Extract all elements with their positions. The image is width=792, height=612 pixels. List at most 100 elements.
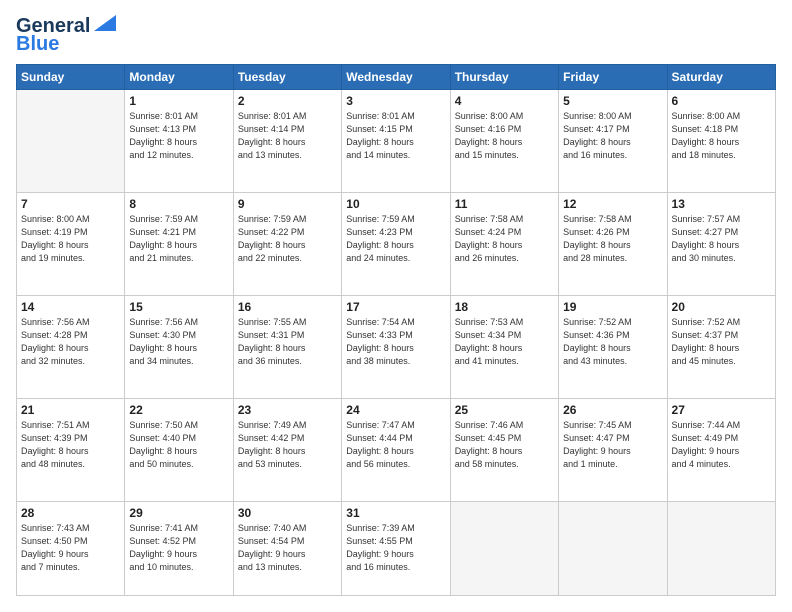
day-number: 24 [346,403,445,417]
day-info: Sunrise: 7:58 AM Sunset: 4:24 PM Dayligh… [455,213,554,265]
day-info: Sunrise: 7:55 AM Sunset: 4:31 PM Dayligh… [238,316,337,368]
calendar-cell: 28 Sunrise: 7:43 AM Sunset: 4:50 PM Dayli… [17,502,125,596]
calendar-cell: 15Sunrise: 7:56 AM Sunset: 4:30 PM Dayli… [125,296,233,399]
calendar-cell: 13Sunrise: 7:57 AM Sunset: 4:27 PM Dayli… [667,193,775,296]
day-number: 27 [672,403,771,417]
day-number: 7 [21,197,120,211]
calendar-table: SundayMondayTuesdayWednesdayThursdayFrid… [16,64,776,596]
day-number: 10 [346,197,445,211]
weekday-header-monday: Monday [125,65,233,90]
day-info: Sunrise: 8:00 AM Sunset: 4:17 PM Dayligh… [563,110,662,162]
day-number: 9 [238,197,337,211]
calendar-row-4: 28 Sunrise: 7:43 AM Sunset: 4:50 PM Dayli… [17,502,776,596]
calendar-cell: 6 Sunrise: 8:00 AM Sunset: 4:18 PM Daylig… [667,90,775,193]
calendar-cell: 29 Sunrise: 7:41 AM Sunset: 4:52 PM Dayli… [125,502,233,596]
day-number: 16 [238,300,337,314]
day-info: Sunrise: 7:41 AM Sunset: 4:52 PM Dayligh… [129,522,228,574]
calendar-cell: 20Sunrise: 7:52 AM Sunset: 4:37 PM Dayli… [667,296,775,399]
day-info: Sunrise: 7:46 AM Sunset: 4:45 PM Dayligh… [455,419,554,471]
calendar-header-row: SundayMondayTuesdayWednesdayThursdayFrid… [17,65,776,90]
day-number: 8 [129,197,228,211]
calendar-cell: 3 Sunrise: 8:01 AM Sunset: 4:15 PM Daylig… [342,90,450,193]
day-info: Sunrise: 7:50 AM Sunset: 4:40 PM Dayligh… [129,419,228,471]
day-number: 26 [563,403,662,417]
calendar-cell: 31 Sunrise: 7:39 AM Sunset: 4:55 PM Dayli… [342,502,450,596]
day-number: 31 [346,506,445,520]
day-number: 6 [672,94,771,108]
calendar-cell: 16 Sunrise: 7:55 AM Sunset: 4:31 PM Dayli… [233,296,341,399]
weekday-header-saturday: Saturday [667,65,775,90]
weekday-header-friday: Friday [559,65,667,90]
day-number: 23 [238,403,337,417]
day-info: Sunrise: 8:01 AM Sunset: 4:13 PM Dayligh… [129,110,228,162]
calendar-cell [559,502,667,596]
day-number: 18 [455,300,554,314]
day-info: Sunrise: 8:00 AM Sunset: 4:19 PM Dayligh… [21,213,120,265]
page: General Blue SundayMondayTuesdayWednesda… [0,0,792,612]
day-info: Sunrise: 7:57 AM Sunset: 4:27 PM Dayligh… [672,213,771,265]
logo: General Blue [16,16,116,54]
day-info: Sunrise: 7:53 AM Sunset: 4:34 PM Dayligh… [455,316,554,368]
day-info: Sunrise: 7:47 AM Sunset: 4:44 PM Dayligh… [346,419,445,471]
day-info: Sunrise: 8:00 AM Sunset: 4:18 PM Dayligh… [672,110,771,162]
day-number: 1 [129,94,228,108]
day-info: Sunrise: 8:01 AM Sunset: 4:14 PM Dayligh… [238,110,337,162]
calendar-cell: 10 Sunrise: 7:59 AM Sunset: 4:23 PM Dayli… [342,193,450,296]
day-number: 12 [563,197,662,211]
day-number: 5 [563,94,662,108]
calendar-cell: 21Sunrise: 7:51 AM Sunset: 4:39 PM Dayli… [17,399,125,502]
day-info: Sunrise: 7:39 AM Sunset: 4:55 PM Dayligh… [346,522,445,574]
day-number: 25 [455,403,554,417]
calendar-cell: 17 Sunrise: 7:54 AM Sunset: 4:33 PM Dayli… [342,296,450,399]
calendar-cell: 5 Sunrise: 8:00 AM Sunset: 4:17 PM Daylig… [559,90,667,193]
calendar-cell: 9 Sunrise: 7:59 AM Sunset: 4:22 PM Daylig… [233,193,341,296]
day-info: Sunrise: 7:49 AM Sunset: 4:42 PM Dayligh… [238,419,337,471]
calendar-cell: 18 Sunrise: 7:53 AM Sunset: 4:34 PM Dayli… [450,296,558,399]
day-number: 17 [346,300,445,314]
calendar-cell: 12 Sunrise: 7:58 AM Sunset: 4:26 PM Dayli… [559,193,667,296]
calendar-row-1: 7 Sunrise: 8:00 AM Sunset: 4:19 PM Daylig… [17,193,776,296]
day-info: Sunrise: 7:43 AM Sunset: 4:50 PM Dayligh… [21,522,120,574]
day-info: Sunrise: 7:40 AM Sunset: 4:54 PM Dayligh… [238,522,337,574]
weekday-header-wednesday: Wednesday [342,65,450,90]
day-info: Sunrise: 7:52 AM Sunset: 4:36 PM Dayligh… [563,316,662,368]
calendar-cell: 11Sunrise: 7:58 AM Sunset: 4:24 PM Dayli… [450,193,558,296]
calendar-cell [450,502,558,596]
calendar-cell [667,502,775,596]
calendar-cell: 8 Sunrise: 7:59 AM Sunset: 4:21 PM Daylig… [125,193,233,296]
calendar-cell [17,90,125,193]
calendar-cell: 2Sunrise: 8:01 AM Sunset: 4:14 PM Daylig… [233,90,341,193]
day-info: Sunrise: 7:58 AM Sunset: 4:26 PM Dayligh… [563,213,662,265]
weekday-header-thursday: Thursday [450,65,558,90]
calendar-row-0: 1 Sunrise: 8:01 AM Sunset: 4:13 PM Daylig… [17,90,776,193]
day-info: Sunrise: 7:44 AM Sunset: 4:49 PM Dayligh… [672,419,771,471]
calendar-cell: 4 Sunrise: 8:00 AM Sunset: 4:16 PM Daylig… [450,90,558,193]
calendar-cell: 26 Sunrise: 7:45 AM Sunset: 4:47 PM Dayli… [559,399,667,502]
day-number: 28 [21,506,120,520]
day-info: Sunrise: 7:52 AM Sunset: 4:37 PM Dayligh… [672,316,771,368]
day-number: 19 [563,300,662,314]
calendar-cell: 7 Sunrise: 8:00 AM Sunset: 4:19 PM Daylig… [17,193,125,296]
day-number: 3 [346,94,445,108]
day-info: Sunrise: 8:01 AM Sunset: 4:15 PM Dayligh… [346,110,445,162]
header: General Blue [16,16,776,54]
day-number: 30 [238,506,337,520]
logo-blue: Blue [16,34,59,54]
day-number: 4 [455,94,554,108]
logo-icon [94,15,116,31]
day-info: Sunrise: 7:59 AM Sunset: 4:22 PM Dayligh… [238,213,337,265]
calendar-cell: 24 Sunrise: 7:47 AM Sunset: 4:44 PM Dayli… [342,399,450,502]
day-info: Sunrise: 7:56 AM Sunset: 4:30 PM Dayligh… [129,316,228,368]
day-info: Sunrise: 7:59 AM Sunset: 4:23 PM Dayligh… [346,213,445,265]
day-info: Sunrise: 7:45 AM Sunset: 4:47 PM Dayligh… [563,419,662,471]
day-info: Sunrise: 7:54 AM Sunset: 4:33 PM Dayligh… [346,316,445,368]
day-number: 29 [129,506,228,520]
day-info: Sunrise: 8:00 AM Sunset: 4:16 PM Dayligh… [455,110,554,162]
day-number: 22 [129,403,228,417]
calendar-cell: 27 Sunrise: 7:44 AM Sunset: 4:49 PM Dayli… [667,399,775,502]
day-info: Sunrise: 7:56 AM Sunset: 4:28 PM Dayligh… [21,316,120,368]
calendar-cell: 19 Sunrise: 7:52 AM Sunset: 4:36 PM Dayli… [559,296,667,399]
day-info: Sunrise: 7:59 AM Sunset: 4:21 PM Dayligh… [129,213,228,265]
calendar-row-2: 14 Sunrise: 7:56 AM Sunset: 4:28 PM Dayli… [17,296,776,399]
day-number: 14 [21,300,120,314]
